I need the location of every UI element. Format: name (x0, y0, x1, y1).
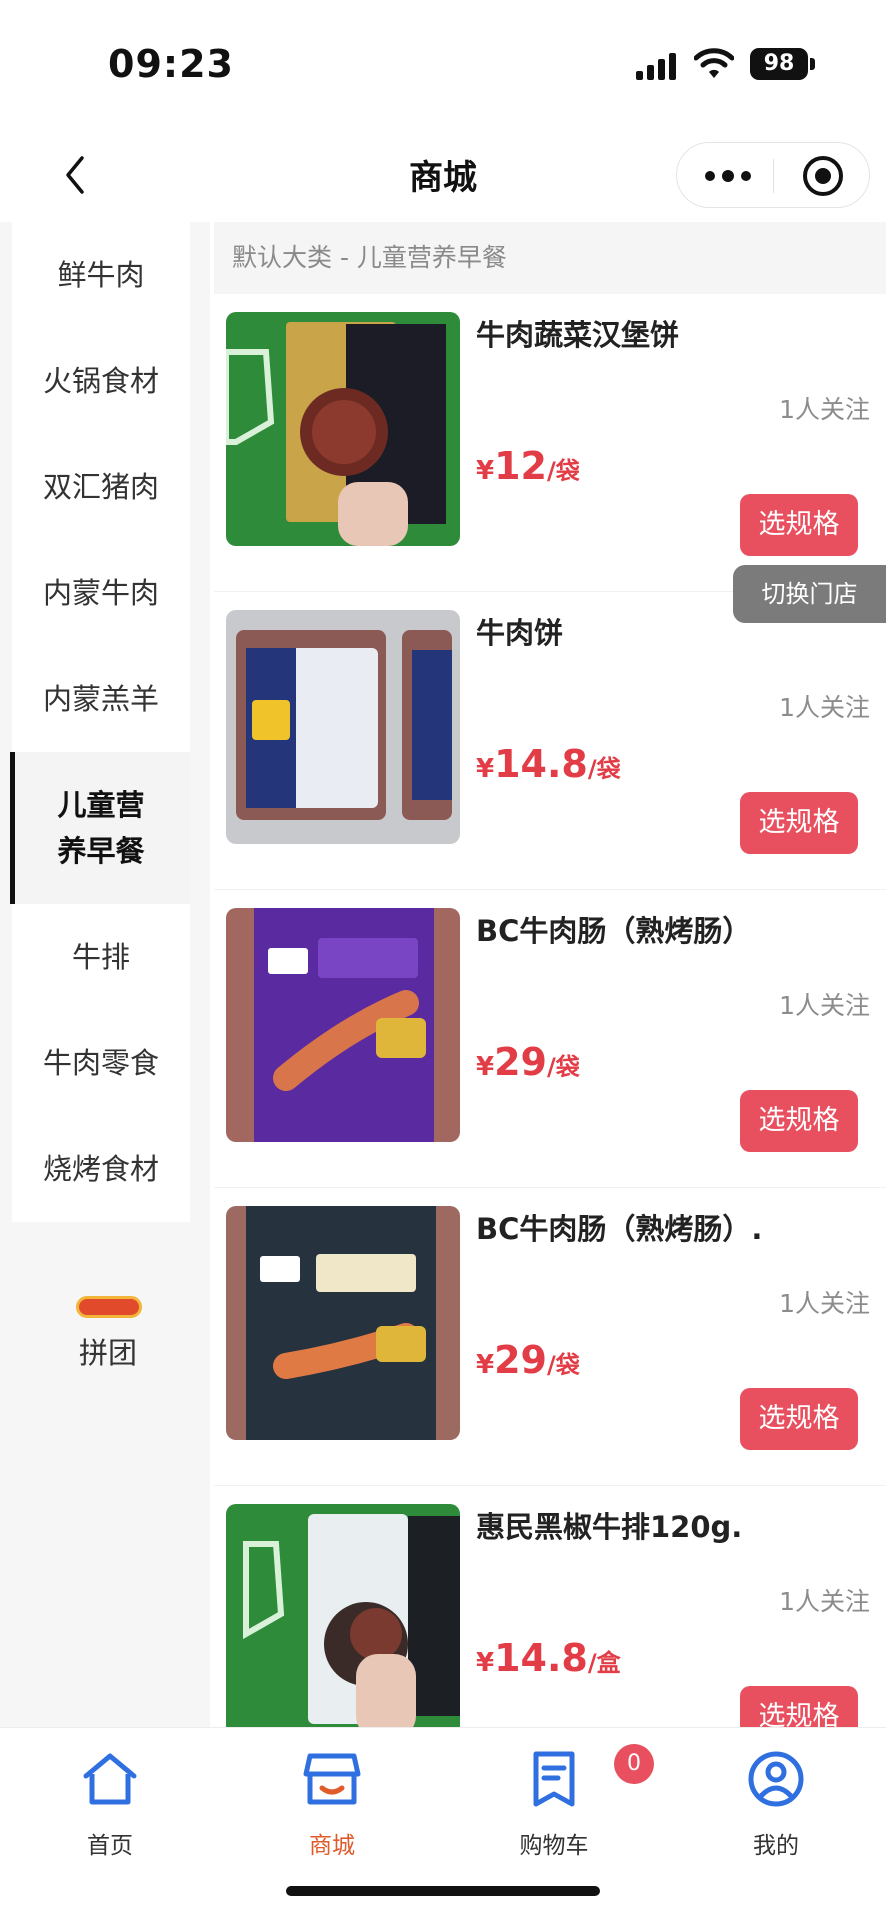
product-card[interactable]: 牛肉蔬菜汉堡饼 1人关注 ¥12/袋 选规格 (214, 294, 886, 592)
product-price: ¥12/袋 (476, 444, 580, 488)
sidebar-item-kids-breakfast[interactable]: 儿童营养早餐 (10, 752, 190, 904)
price-unit: /袋 (546, 457, 580, 485)
sidebar-item-label: 鲜牛肉 (57, 258, 145, 292)
sidebar-item-inner-mongolia-beef[interactable]: 内蒙牛肉 (12, 540, 190, 646)
category-sidebar: 鲜牛肉 火锅食材 双汇猪肉 内蒙牛肉 内蒙羔羊 儿童营养早餐 牛排 牛肉零食 烧… (0, 222, 210, 1727)
tab-profile[interactable]: 我的 (696, 1742, 856, 1862)
price-unit: /袋 (546, 1351, 580, 1379)
sidebar-item-label: 牛肉零食 (42, 1046, 159, 1080)
select-spec-button[interactable]: 选规格 (740, 1090, 858, 1152)
tab-home[interactable]: 首页 (30, 1742, 190, 1862)
select-spec-button[interactable]: 选规格 (740, 494, 858, 556)
product-follow-count: 1人关注 (779, 1587, 870, 1616)
home-indicator (286, 1886, 600, 1896)
group-buy-badge-icon[interactable] (76, 1296, 142, 1318)
currency-symbol: ¥ (476, 1052, 495, 1082)
product-card[interactable]: BC牛肉肠（熟烤肠） 1人关注 ¥29/袋 选规格 (214, 890, 886, 1188)
store-icon (303, 1753, 361, 1805)
product-card[interactable]: 惠民黑椒牛排120g. 1人关注 ¥14.8/盒 选规格 (214, 1486, 886, 1727)
mini-program-capsule (676, 142, 870, 208)
currency-symbol: ¥ (476, 1648, 495, 1678)
price-value: 29 (494, 1338, 547, 1382)
tab-label: 购物车 (519, 1833, 589, 1859)
product-name: 牛肉饼 (476, 616, 564, 650)
battery-icon: 98 (750, 48, 808, 80)
sidebar-item-bbq[interactable]: 烧烤食材 (12, 1116, 190, 1222)
product-price: ¥14.8/盒 (476, 1636, 621, 1680)
product-image[interactable] (226, 1504, 460, 1727)
sidebar-item-pork[interactable]: 双汇猪肉 (12, 434, 190, 540)
breadcrumb: 默认大类 - 儿童营养早餐 (214, 222, 886, 294)
close-target-icon[interactable] (803, 156, 843, 196)
product-image[interactable] (226, 1206, 460, 1440)
status-bar: 09:23 98 (0, 0, 886, 130)
user-icon (748, 1751, 804, 1807)
back-icon[interactable] (56, 150, 96, 200)
currency-symbol: ¥ (476, 456, 495, 486)
tab-cart[interactable]: 购物车 (474, 1742, 634, 1862)
price-unit: /袋 (546, 1053, 580, 1081)
product-image[interactable] (226, 610, 460, 844)
select-spec-button[interactable]: 选规格 (740, 1686, 858, 1727)
more-icon[interactable] (705, 170, 751, 182)
home-icon (83, 1753, 137, 1805)
product-list: 默认大类 - 儿童营养早餐 牛肉蔬菜汉堡饼 1人关注 ¥12/袋 选规格 牛肉饼… (214, 222, 886, 1727)
battery-tip (810, 58, 815, 70)
wifi-icon (694, 48, 734, 78)
sidebar-item-label: 火锅食材 (42, 364, 159, 398)
sidebar-item-label: 内蒙羔羊 (42, 682, 159, 716)
sidebar-item-label: 双汇猪肉 (42, 470, 159, 504)
product-follow-count: 1人关注 (779, 395, 870, 424)
sidebar-item-beef-snacks[interactable]: 牛肉零食 (12, 1010, 190, 1116)
product-price: ¥29/袋 (476, 1338, 580, 1382)
tab-store[interactable]: 商城 (252, 1742, 412, 1862)
cart-count-badge: 0 (614, 1744, 654, 1784)
category-list: 鲜牛肉 火锅食材 双汇猪肉 内蒙牛肉 内蒙羔羊 儿童营养早餐 牛排 牛肉零食 烧… (10, 222, 190, 1222)
select-spec-button[interactable]: 选规格 (740, 792, 858, 854)
tab-label: 我的 (753, 1833, 799, 1859)
product-price: ¥29/袋 (476, 1040, 580, 1084)
currency-symbol: ¥ (476, 754, 495, 784)
sidebar-item-label: 烧烤食材 (42, 1152, 159, 1186)
product-price: ¥14.8/袋 (476, 742, 621, 786)
sidebar-item-inner-mongolia-lamb[interactable]: 内蒙羔羊 (12, 646, 190, 752)
product-card[interactable]: BC牛肉肠（熟烤肠）. 1人关注 ¥29/袋 选规格 (214, 1188, 886, 1486)
product-image[interactable] (226, 908, 460, 1142)
receipt-icon (533, 1751, 575, 1807)
nav-bar: 商城 (0, 130, 886, 220)
sidebar-item-label: 儿童营养早餐 (57, 788, 145, 868)
price-value: 14.8 (494, 1636, 588, 1680)
sidebar-item-label: 内蒙牛肉 (42, 576, 159, 610)
product-follow-count: 1人关注 (779, 991, 870, 1020)
product-image[interactable] (226, 312, 460, 546)
product-name: 惠民黑椒牛排120g. (476, 1510, 743, 1544)
sidebar-item-hotpot[interactable]: 火锅食材 (12, 328, 190, 434)
product-card[interactable]: 牛肉饼 1人关注 ¥14.8/袋 选规格 (214, 592, 886, 890)
capsule-divider (773, 159, 774, 193)
price-unit: /袋 (587, 755, 621, 783)
group-buy-link[interactable]: 拼团 (0, 1330, 216, 1372)
signal-icon (636, 50, 676, 80)
sidebar-item-fresh-beef[interactable]: 鲜牛肉 (12, 222, 190, 328)
product-name: BC牛肉肠（熟烤肠）. (476, 1212, 763, 1246)
select-spec-button[interactable]: 选规格 (740, 1388, 858, 1450)
sidebar-item-label: 牛排 (71, 940, 130, 974)
product-follow-count: 1人关注 (779, 1289, 870, 1318)
price-value: 29 (494, 1040, 547, 1084)
tab-label: 首页 (87, 1833, 133, 1859)
price-value: 12 (494, 444, 547, 488)
switch-store-button[interactable]: 切换门店 (733, 565, 886, 623)
tab-label: 商城 (309, 1833, 355, 1859)
currency-symbol: ¥ (476, 1350, 495, 1380)
status-time: 09:23 (108, 42, 234, 86)
sidebar-item-steak[interactable]: 牛排 (12, 904, 190, 1010)
product-follow-count: 1人关注 (779, 693, 870, 722)
price-value: 14.8 (494, 742, 588, 786)
product-name: 牛肉蔬菜汉堡饼 (476, 318, 680, 352)
price-unit: /盒 (587, 1649, 621, 1677)
product-name: BC牛肉肠（熟烤肠） (476, 914, 752, 948)
